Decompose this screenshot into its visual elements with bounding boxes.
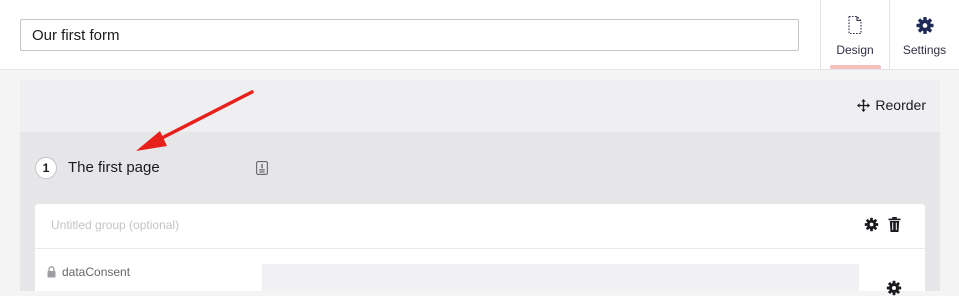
group-settings-gear-icon[interactable]: [864, 217, 879, 232]
gear-icon: [915, 16, 934, 35]
move-icon: [857, 98, 871, 112]
trash-icon[interactable]: [888, 217, 901, 232]
property-settings-gear-icon[interactable]: [886, 280, 902, 296]
form-page: 1 The first page Untitled group (optiona…: [20, 132, 940, 296]
form-header: Design Settings: [0, 0, 959, 70]
reorder-button[interactable]: Reorder: [857, 95, 926, 115]
lock-icon: [47, 266, 56, 278]
property-alias: dataConsent: [62, 265, 131, 279]
reorder-label: Reorder: [875, 97, 926, 113]
group-name-placeholder[interactable]: Untitled group (optional): [51, 218, 179, 232]
page-number-badge: 1: [35, 157, 57, 179]
tab-design-label: Design: [836, 43, 874, 57]
tab-settings-label: Settings: [902, 43, 947, 57]
form-group: Untitled group (optional) dataConsent: [35, 204, 925, 296]
tab-settings[interactable]: Settings: [889, 0, 959, 69]
form-designer-canvas: Reorder 1 The first page Untitled group …: [20, 80, 940, 296]
group-divider: [35, 248, 925, 249]
page-title[interactable]: The first page: [68, 157, 160, 179]
page-settings-icon[interactable]: [256, 161, 268, 175]
form-name-input[interactable]: [20, 19, 799, 51]
document-icon: [848, 15, 862, 35]
property-editor-preview[interactable]: [262, 264, 859, 291]
tab-design[interactable]: Design: [820, 0, 889, 69]
active-tab-indicator: [830, 65, 881, 69]
